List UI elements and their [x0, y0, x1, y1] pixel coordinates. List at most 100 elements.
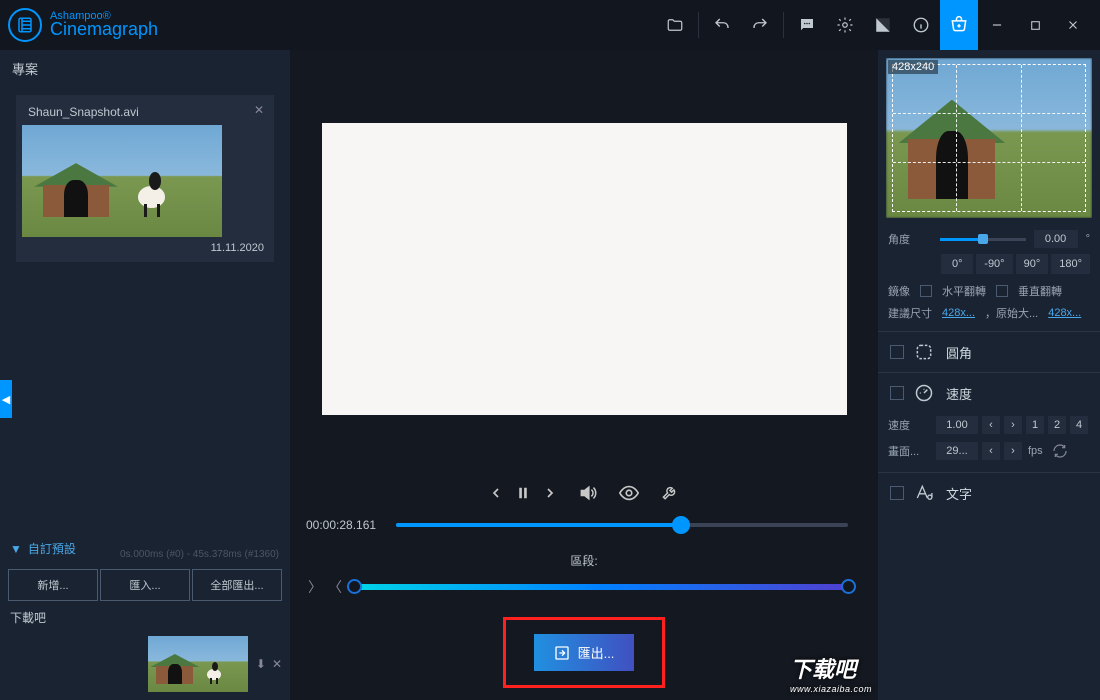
mirror-v-checkbox[interactable] [996, 285, 1008, 297]
segment-next-icon[interactable]: 〉 [306, 577, 324, 597]
rotate-neg90-button[interactable]: -90° [976, 254, 1012, 274]
right-panel: 428x240 角度 0.00 ° 0° -90° 90° 180° 鏡像 水平… [878, 50, 1100, 700]
speed-1x[interactable]: 1 [1026, 416, 1044, 434]
pause-button[interactable] [514, 484, 532, 502]
recommended-size-label: 建議尺寸 [888, 305, 932, 321]
crop-dimensions: 428x240 [888, 60, 938, 74]
clip-close-icon[interactable]: ✕ [250, 101, 268, 119]
rotate-90-button[interactable]: 90° [1016, 254, 1049, 274]
tools-icon[interactable] [660, 483, 680, 503]
project-clip[interactable]: Shaun_Snapshot.avi ✕ 11.11.2020 [16, 95, 274, 262]
preset-item[interactable]: ⬇ ✕ [0, 632, 290, 700]
feedback-button[interactable] [788, 0, 826, 50]
mirror-h-checkbox[interactable] [920, 285, 932, 297]
fps-inc[interactable]: › [1004, 442, 1022, 460]
shop-button[interactable] [940, 0, 978, 50]
export-label: 匯出... [578, 643, 615, 662]
fps-value[interactable]: 29... [936, 442, 978, 460]
angle-label: 角度 [888, 231, 932, 247]
app-logo: Ashampoo® Cinemagraph [8, 8, 158, 42]
speed-checkbox[interactable] [890, 386, 904, 400]
segment-track[interactable] [354, 584, 848, 590]
center-panel: 00:00:28.161 區段: 〉 〈 匯出... [290, 50, 878, 700]
left-panel: 專案 Shaun_Snapshot.avi ✕ 11.11.2020 ◀ ▼ 自… [0, 50, 290, 700]
angle-unit: ° [1086, 233, 1090, 245]
speed-4x[interactable]: 4 [1070, 416, 1088, 434]
fps-unit: fps [1026, 445, 1045, 457]
crop-grid[interactable] [892, 64, 1086, 212]
speed-section-label: 速度 [946, 384, 972, 403]
prev-frame-button[interactable] [488, 485, 504, 501]
info-button[interactable] [902, 0, 940, 50]
preset-item-label: 下載吧 [0, 603, 290, 632]
size-link-1[interactable]: 428x... [942, 307, 975, 319]
preview-viewer [290, 50, 878, 468]
preview-canvas[interactable] [322, 123, 847, 415]
angle-value[interactable]: 0.00 [1034, 230, 1078, 248]
maximize-button[interactable] [1016, 0, 1054, 50]
section-speed[interactable]: 速度 [878, 372, 1100, 413]
size-link-2[interactable]: 428x... [1048, 307, 1081, 319]
segment-start-handle[interactable] [347, 579, 362, 594]
round-icon [914, 342, 936, 362]
close-button[interactable] [1054, 0, 1092, 50]
preset-new-button[interactable]: 新增... [8, 569, 98, 601]
chevron-down-icon: ▼ [10, 542, 22, 556]
segment-label: 區段: [290, 544, 878, 573]
minimize-button[interactable] [978, 0, 1016, 50]
preset-thumbnail [148, 636, 248, 692]
text-checkbox[interactable] [890, 486, 904, 500]
export-button[interactable]: 匯出... [534, 634, 635, 671]
mirror-label: 鏡像 [888, 283, 910, 299]
timeline-track[interactable] [396, 523, 848, 527]
rotate-180-button[interactable]: 180° [1051, 254, 1090, 274]
collapse-left-button[interactable]: ◀ [0, 380, 12, 418]
speed-dec[interactable]: ‹ [982, 416, 1000, 434]
timeline: 00:00:28.161 [290, 514, 878, 544]
presets-panel: ▼ 自訂預設 0s.000ms (#0) - 45s.378ms (#1360)… [0, 532, 290, 700]
next-frame-button[interactable] [542, 485, 558, 501]
speed-value[interactable]: 1.00 [936, 416, 978, 434]
undo-button[interactable] [703, 0, 741, 50]
mirror-v-label: 垂直翻轉 [1018, 283, 1062, 299]
brand-product: Cinemagraph [50, 19, 158, 40]
open-folder-button[interactable] [656, 0, 694, 50]
preset-import-button[interactable]: 匯入... [100, 569, 190, 601]
volume-icon[interactable] [578, 483, 598, 503]
section-text[interactable]: 文字 [878, 472, 1100, 513]
section-round-corners[interactable]: 圓角 [878, 331, 1100, 372]
segment-prev-icon[interactable]: 〈 [326, 577, 344, 597]
rotate-0-button[interactable]: 0° [941, 254, 973, 274]
speed-label: 速度 [888, 417, 932, 433]
timecode: 00:00:28.161 [306, 518, 384, 532]
timeline-thumb[interactable] [672, 516, 690, 534]
text-section-label: 文字 [946, 484, 972, 503]
settings-button[interactable] [826, 0, 864, 50]
edit-button[interactable] [864, 0, 902, 50]
mirror-h-label: 水平翻轉 [942, 283, 986, 299]
segment-row: 〉 〈 [290, 573, 878, 613]
fps-label: 畫面... [888, 443, 932, 459]
angle-slider[interactable] [940, 238, 1026, 241]
round-label: 圓角 [946, 343, 972, 362]
visibility-icon[interactable] [618, 482, 640, 504]
projects-heading: 專案 [0, 50, 290, 87]
presets-title: 自訂預設 [28, 540, 76, 557]
size-mid-text: ，原始大... [985, 305, 1038, 321]
crop-preview[interactable]: 428x240 [886, 58, 1092, 218]
text-icon [914, 483, 936, 503]
round-checkbox[interactable] [890, 345, 904, 359]
playback-controls [290, 468, 878, 514]
fps-reset-icon[interactable] [1049, 440, 1071, 462]
fps-dec[interactable]: ‹ [982, 442, 1000, 460]
speed-inc[interactable]: › [1004, 416, 1022, 434]
segment-end-handle[interactable] [841, 579, 856, 594]
export-highlight: 匯出... [503, 617, 666, 688]
gauge-icon [914, 383, 936, 403]
redo-button[interactable] [741, 0, 779, 50]
preset-delete-icon[interactable]: ✕ [272, 657, 282, 671]
preset-export-all-button[interactable]: 全部匯出... [192, 569, 282, 601]
titlebar: Ashampoo® Cinemagraph [0, 0, 1100, 50]
preset-download-icon[interactable]: ⬇ [256, 657, 266, 671]
speed-2x[interactable]: 2 [1048, 416, 1066, 434]
